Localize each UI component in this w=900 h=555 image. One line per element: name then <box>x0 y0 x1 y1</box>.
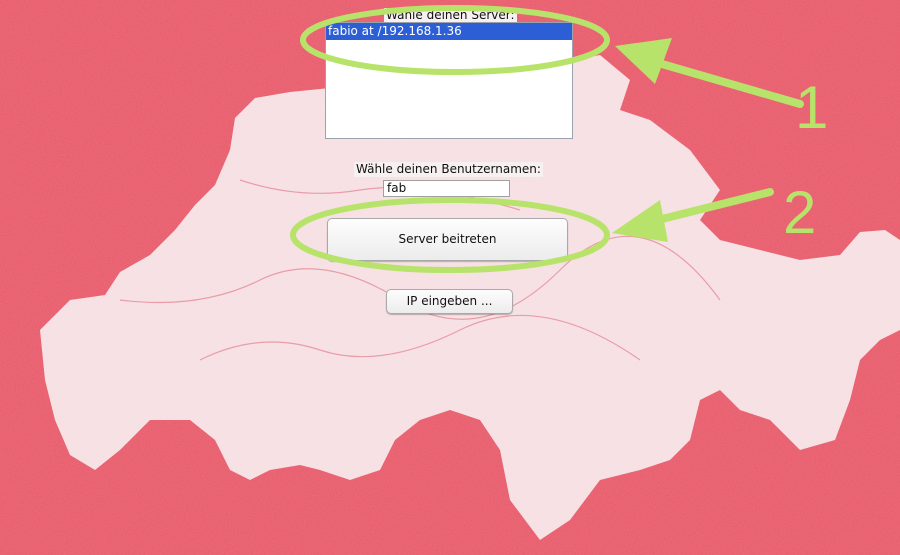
username-input[interactable]: fab <box>383 180 510 197</box>
server-list-item[interactable]: fabio at /192.168.1.36 <box>326 23 572 40</box>
annotation-number-1: 1 <box>795 74 829 141</box>
username-label: Wähle deinen Benutzernamen: <box>354 162 543 177</box>
server-list-label: Wähle deinen Server: <box>384 8 517 23</box>
join-server-button[interactable]: Server beitreten <box>327 218 568 261</box>
annotation-number-2: 2 <box>783 179 817 246</box>
enter-ip-button[interactable]: IP eingeben ... <box>386 289 513 314</box>
server-list[interactable]: fabio at /192.168.1.36 <box>325 22 573 139</box>
